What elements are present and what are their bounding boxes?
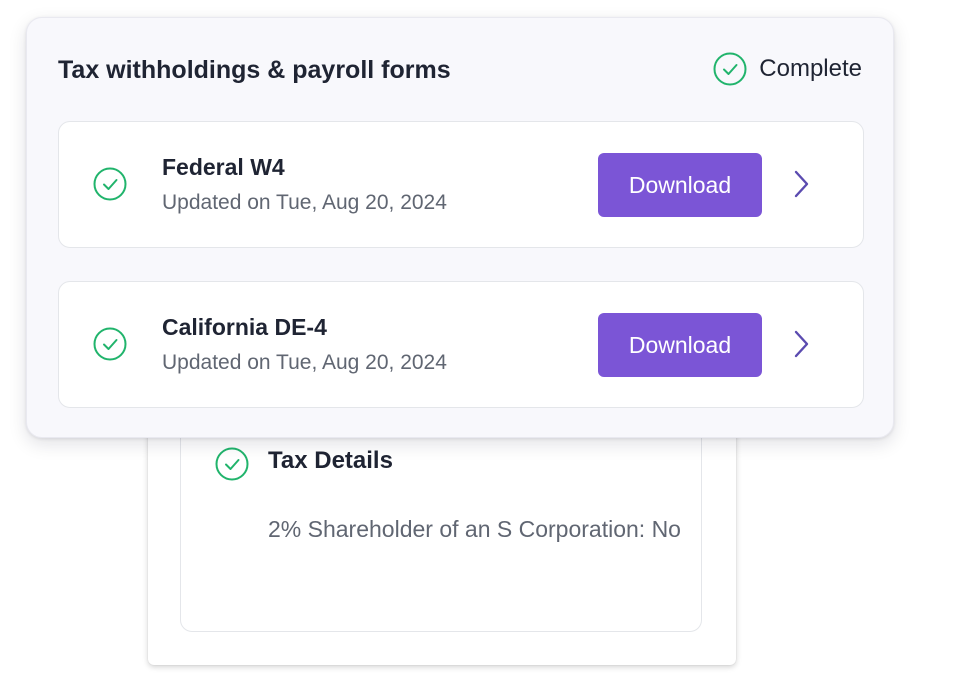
form-row-federal-w4[interactable]: Federal W4 Updated on Tue, Aug 20, 2024 … (58, 121, 864, 248)
form-name: California DE-4 (162, 314, 327, 340)
stage: Tax Details 2% Shareholder of an S Corpo… (0, 0, 970, 678)
form-updated-date: Updated on Tue, Aug 20, 2024 (162, 351, 447, 374)
status-label: Complete (759, 55, 862, 82)
download-button[interactable]: Download (598, 313, 762, 377)
tax-details-text: 2% Shareholder of an S Corporation: No (268, 516, 681, 542)
tax-details-title: Tax Details (268, 447, 393, 474)
chevron-right-icon[interactable] (789, 168, 813, 200)
status-badge: Complete (713, 52, 862, 86)
form-updated-date: Updated on Tue, Aug 20, 2024 (162, 191, 447, 214)
panel-title: Tax withholdings & payroll forms (58, 56, 451, 84)
download-button[interactable]: Download (598, 153, 762, 217)
chevron-right-icon[interactable] (789, 328, 813, 360)
form-row-california-de4[interactable]: California DE-4 Updated on Tue, Aug 20, … (58, 281, 864, 408)
check-circle-icon (93, 327, 127, 361)
check-circle-icon (215, 447, 249, 481)
payroll-forms-panel: Tax withholdings & payroll forms Complet… (26, 17, 894, 438)
tax-details-section: Tax Details 2% Shareholder of an S Corpo… (180, 420, 702, 632)
check-circle-icon (713, 52, 747, 86)
check-circle-icon (93, 167, 127, 201)
form-name: Federal W4 (162, 154, 285, 180)
